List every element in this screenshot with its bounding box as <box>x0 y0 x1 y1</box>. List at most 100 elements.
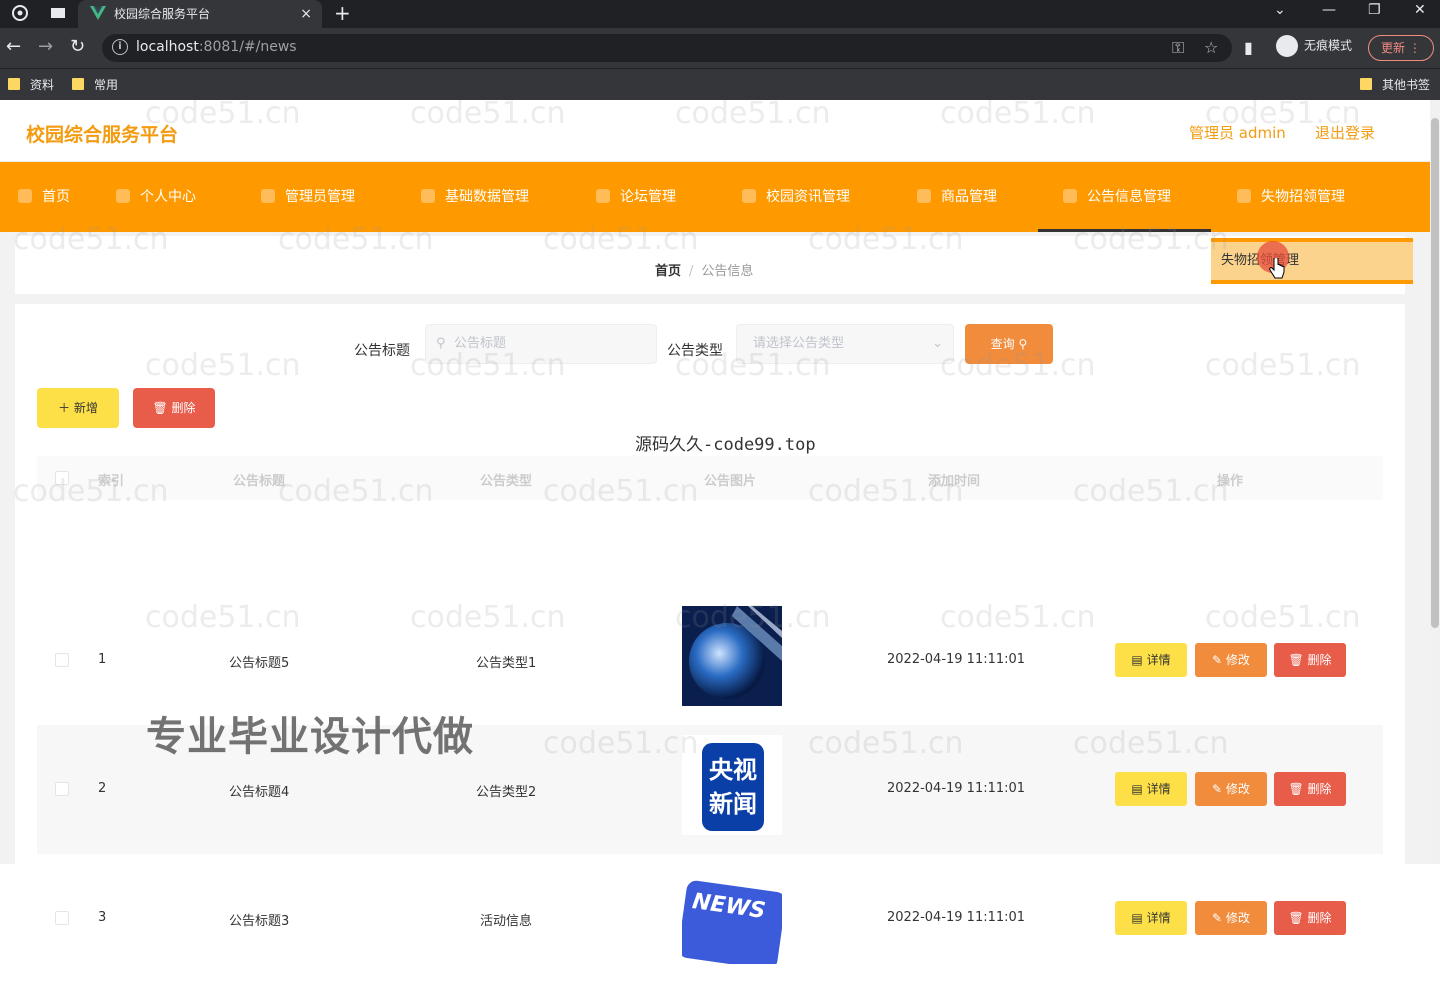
row-index: 3 <box>98 910 107 925</box>
browser-tab[interactable]: 校园综合服务平台 × <box>78 0 322 28</box>
submenu-item-lost-found[interactable]: 失物招领管理 <box>1211 242 1413 280</box>
row-index: 1 <box>98 652 107 667</box>
current-user: 管理员 admin <box>1189 124 1286 142</box>
content-panel: 公告标题 ⚲ 公告标题 公告类型 请选择公告类型 ⌄ 查询 ⚲ ＋ 新增 🗑 删… <box>15 304 1405 964</box>
edit-label: 修改 <box>1225 653 1250 667</box>
browser-logo-icon <box>12 5 28 21</box>
trash-icon: 🗑 <box>152 401 168 415</box>
site-info-icon[interactable]: i <box>112 39 128 55</box>
incognito-indicator[interactable]: 无痕模式 <box>1276 35 1352 57</box>
menu-item-home[interactable]: 首页 <box>18 162 70 232</box>
forward-icon[interactable]: → <box>38 36 53 57</box>
menu-item-lost-found[interactable]: 失物招领管理 <box>1237 162 1345 232</box>
url-input[interactable]: i localhost:8081/#/news ⚿ ☆ <box>102 34 1232 62</box>
select-all-checkbox[interactable] <box>55 471 69 485</box>
column-header-type[interactable]: 公告类型 <box>480 470 532 489</box>
window-close-icon[interactable]: ✕ <box>1414 2 1426 18</box>
menu-label: 论坛管理 <box>620 189 676 205</box>
update-label: 更新 <box>1381 41 1406 55</box>
detail-button[interactable]: ▤ 详情 <box>1115 643 1187 677</box>
sidepanel-icon[interactable]: ▮ <box>1244 38 1253 57</box>
minimize-icon[interactable]: — <box>1322 2 1336 18</box>
restore-icon[interactable]: ❐ <box>1368 2 1381 18</box>
delete-label: 删除 <box>171 401 196 415</box>
back-icon[interactable]: ← <box>6 36 21 57</box>
tab-search-icon[interactable]: ⌄ <box>1274 2 1286 18</box>
column-header-title[interactable]: 公告标题 <box>233 470 285 489</box>
add-label: 新增 <box>73 401 98 415</box>
incognito-label: 无痕模式 <box>1304 38 1353 53</box>
row-image-cctv-news[interactable]: 央视 新闻 <box>682 735 782 835</box>
type-select[interactable]: 请选择公告类型 ⌄ <box>736 324 954 364</box>
menu-item-campus-news[interactable]: 校园资讯管理 <box>742 162 850 232</box>
row-image-globe-news[interactable] <box>682 606 782 706</box>
menu-item-basic-data[interactable]: 基础数据管理 <box>421 162 529 232</box>
menu-item-notice[interactable]: 公告信息管理 <box>1038 162 1211 232</box>
app-title: 校园综合服务平台 <box>26 124 179 146</box>
other-bookmarks[interactable]: 其他书签 <box>1360 76 1430 93</box>
bookmark-folder-changyong[interactable]: 常用 <box>72 76 118 93</box>
tab-title: 校园综合服务平台 <box>114 7 211 21</box>
menu-label: 失物招领管理 <box>1261 189 1345 205</box>
detail-label: 详情 <box>1146 653 1171 667</box>
center-watermark: 源码久久-code99.top <box>635 435 816 455</box>
breadcrumb-separator: / <box>689 264 694 279</box>
tab-overview-icon[interactable] <box>50 5 66 21</box>
goods-icon <box>917 189 931 203</box>
bookmark-star-icon[interactable]: ☆ <box>1204 38 1218 57</box>
query-button[interactable]: 查询 ⚲ <box>965 324 1053 364</box>
add-button[interactable]: ＋ 新增 <box>37 388 119 428</box>
delete-button[interactable]: 🗑 删除 <box>1274 772 1346 806</box>
menu-label: 首页 <box>42 189 70 205</box>
row-time: 2022-04-19 11:11:01 <box>887 652 1026 667</box>
bookmark-folder-ziliao[interactable]: 资料 <box>8 76 54 93</box>
column-header-actions: 操作 <box>1217 474 1244 489</box>
title-filter-label: 公告标题 <box>354 343 410 359</box>
menu-label: 管理员管理 <box>285 189 355 205</box>
detail-button[interactable]: ▤ 详情 <box>1115 772 1187 806</box>
row-image-news-key[interactable]: NEWS <box>682 864 782 964</box>
logout-link[interactable]: 退出登录 <box>1315 122 1375 143</box>
batch-delete-button[interactable]: 🗑 删除 <box>133 388 215 428</box>
folder-icon <box>8 78 20 90</box>
edit-button[interactable]: ✎ 修改 <box>1195 901 1267 935</box>
row-checkbox[interactable] <box>55 653 69 667</box>
edit-button[interactable]: ✎ 修改 <box>1195 643 1267 677</box>
new-tab-button[interactable]: + <box>334 1 351 25</box>
scrollbar-thumb[interactable] <box>1431 118 1439 628</box>
breadcrumb-home[interactable]: 首页 <box>655 264 681 279</box>
address-bar: ← → ↻ i localhost:8081/#/news ⚿ ☆ ▮ 无痕模式… <box>0 28 1440 68</box>
delete-button[interactable]: 🗑 删除 <box>1274 901 1346 935</box>
reload-icon[interactable]: ↻ <box>70 36 85 57</box>
tab-close-icon[interactable]: × <box>300 0 312 28</box>
key-icon[interactable]: ⚿ <box>1172 38 1184 58</box>
menu-label: 基础数据管理 <box>445 189 529 205</box>
menu-item-forum[interactable]: 论坛管理 <box>596 162 676 232</box>
column-header-time[interactable]: 添加时间 <box>928 470 980 489</box>
remove-label: 删除 <box>1307 911 1332 925</box>
admin-icon <box>261 189 275 203</box>
breadcrumb-bar: 首页 / 公告信息 <box>15 236 1405 294</box>
detail-button[interactable]: ▤ 详情 <box>1115 901 1187 935</box>
detail-label: 详情 <box>1146 782 1171 796</box>
bookmark-label: 常用 <box>94 78 119 92</box>
delete-button[interactable]: 🗑 删除 <box>1274 643 1346 677</box>
row-checkbox[interactable] <box>55 782 69 796</box>
update-button[interactable]: 更新 ⋮ <box>1368 35 1434 61</box>
menu-item-goods[interactable]: 商品管理 <box>917 162 997 232</box>
row-checkbox[interactable] <box>55 911 69 925</box>
row-time: 2022-04-19 11:11:01 <box>887 910 1026 925</box>
table-header: 索引 公告标题 公告类型 公告图片 添加时间 操作 <box>37 456 1383 500</box>
menu-item-admin[interactable]: 管理员管理 <box>261 162 355 232</box>
menu-item-profile[interactable]: 个人中心 <box>116 162 196 232</box>
title-search-input[interactable]: ⚲ 公告标题 <box>425 324 657 364</box>
detail-label: 详情 <box>1146 911 1171 925</box>
row-index: 2 <box>98 781 107 796</box>
row-type: 公告类型1 <box>476 656 537 671</box>
globe-news-image <box>682 606 782 706</box>
plus-icon: ＋ <box>58 401 71 415</box>
edit-button[interactable]: ✎ 修改 <box>1195 772 1267 806</box>
incognito-icon <box>1276 35 1298 57</box>
type-select-placeholder: 请选择公告类型 <box>753 336 845 351</box>
type-filter-label: 公告类型 <box>667 343 723 359</box>
